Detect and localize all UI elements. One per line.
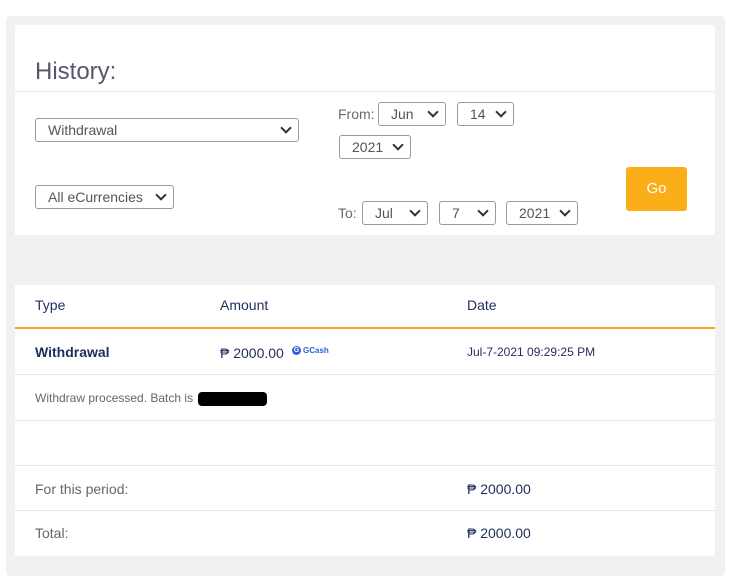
row-type: Withdrawal bbox=[35, 344, 110, 360]
type-select[interactable]: Withdrawal bbox=[35, 118, 299, 142]
chevron-down-icon bbox=[392, 139, 404, 151]
type-select-value: Withdrawal bbox=[48, 122, 118, 138]
chevron-down-icon bbox=[477, 205, 489, 217]
to-month-select[interactable]: Jul bbox=[362, 201, 428, 225]
page-title: History: bbox=[35, 58, 117, 85]
from-day-value: 14 bbox=[470, 106, 486, 122]
row-divider bbox=[15, 510, 715, 511]
gcash-label: GCash bbox=[303, 346, 329, 355]
column-header-amount: Amount bbox=[220, 297, 269, 313]
row-amount: ₱ 2000.00 bbox=[220, 345, 284, 361]
total-value: ₱ 2000.00 bbox=[467, 525, 531, 541]
chevron-down-icon bbox=[280, 122, 292, 134]
period-label: For this period: bbox=[35, 481, 129, 497]
filter-card: History: Withdrawal All eCurrencies From… bbox=[15, 25, 715, 235]
total-label: Total: bbox=[35, 525, 69, 541]
from-month-select[interactable]: Jun bbox=[378, 102, 446, 126]
row-divider bbox=[15, 465, 715, 466]
go-button[interactable]: Go bbox=[626, 167, 687, 211]
gcash-logo: G GCash bbox=[292, 346, 329, 355]
from-year-select[interactable]: 2021 bbox=[339, 135, 411, 159]
chevron-down-icon bbox=[559, 205, 571, 217]
from-month-value: Jun bbox=[391, 106, 414, 122]
row-date: Jul-7-2021 09:29:25 PM bbox=[467, 345, 596, 359]
period-value: ₱ 2000.00 bbox=[467, 481, 531, 497]
from-day-select[interactable]: 14 bbox=[457, 102, 514, 126]
history-table: Type Amount Date Withdrawal ₱ 2000.00 G … bbox=[15, 285, 715, 556]
from-label: From: bbox=[338, 106, 375, 122]
history-panel: History: Withdrawal All eCurrencies From… bbox=[6, 16, 725, 576]
row-divider bbox=[15, 374, 715, 375]
redaction-mark bbox=[198, 392, 267, 406]
to-month-value: Jul bbox=[375, 205, 393, 221]
gcash-icon: G bbox=[292, 346, 301, 355]
chevron-down-icon bbox=[155, 189, 167, 201]
chevron-down-icon bbox=[495, 106, 507, 118]
chevron-down-icon bbox=[409, 205, 421, 217]
header-underline bbox=[15, 327, 715, 329]
to-label: To: bbox=[338, 205, 357, 221]
to-day-value: 7 bbox=[452, 205, 460, 221]
to-year-select[interactable]: 2021 bbox=[506, 201, 578, 225]
title-divider bbox=[15, 91, 715, 92]
to-day-select[interactable]: 7 bbox=[439, 201, 496, 225]
row-divider bbox=[15, 420, 715, 421]
to-year-value: 2021 bbox=[519, 205, 551, 221]
column-header-date: Date bbox=[467, 297, 497, 313]
currency-select[interactable]: All eCurrencies bbox=[35, 185, 174, 209]
column-header-type: Type bbox=[35, 297, 66, 313]
currency-select-value: All eCurrencies bbox=[48, 189, 143, 205]
chevron-down-icon bbox=[427, 106, 439, 118]
from-year-value: 2021 bbox=[352, 139, 384, 155]
row-note: Withdraw processed. Batch is bbox=[35, 391, 194, 405]
